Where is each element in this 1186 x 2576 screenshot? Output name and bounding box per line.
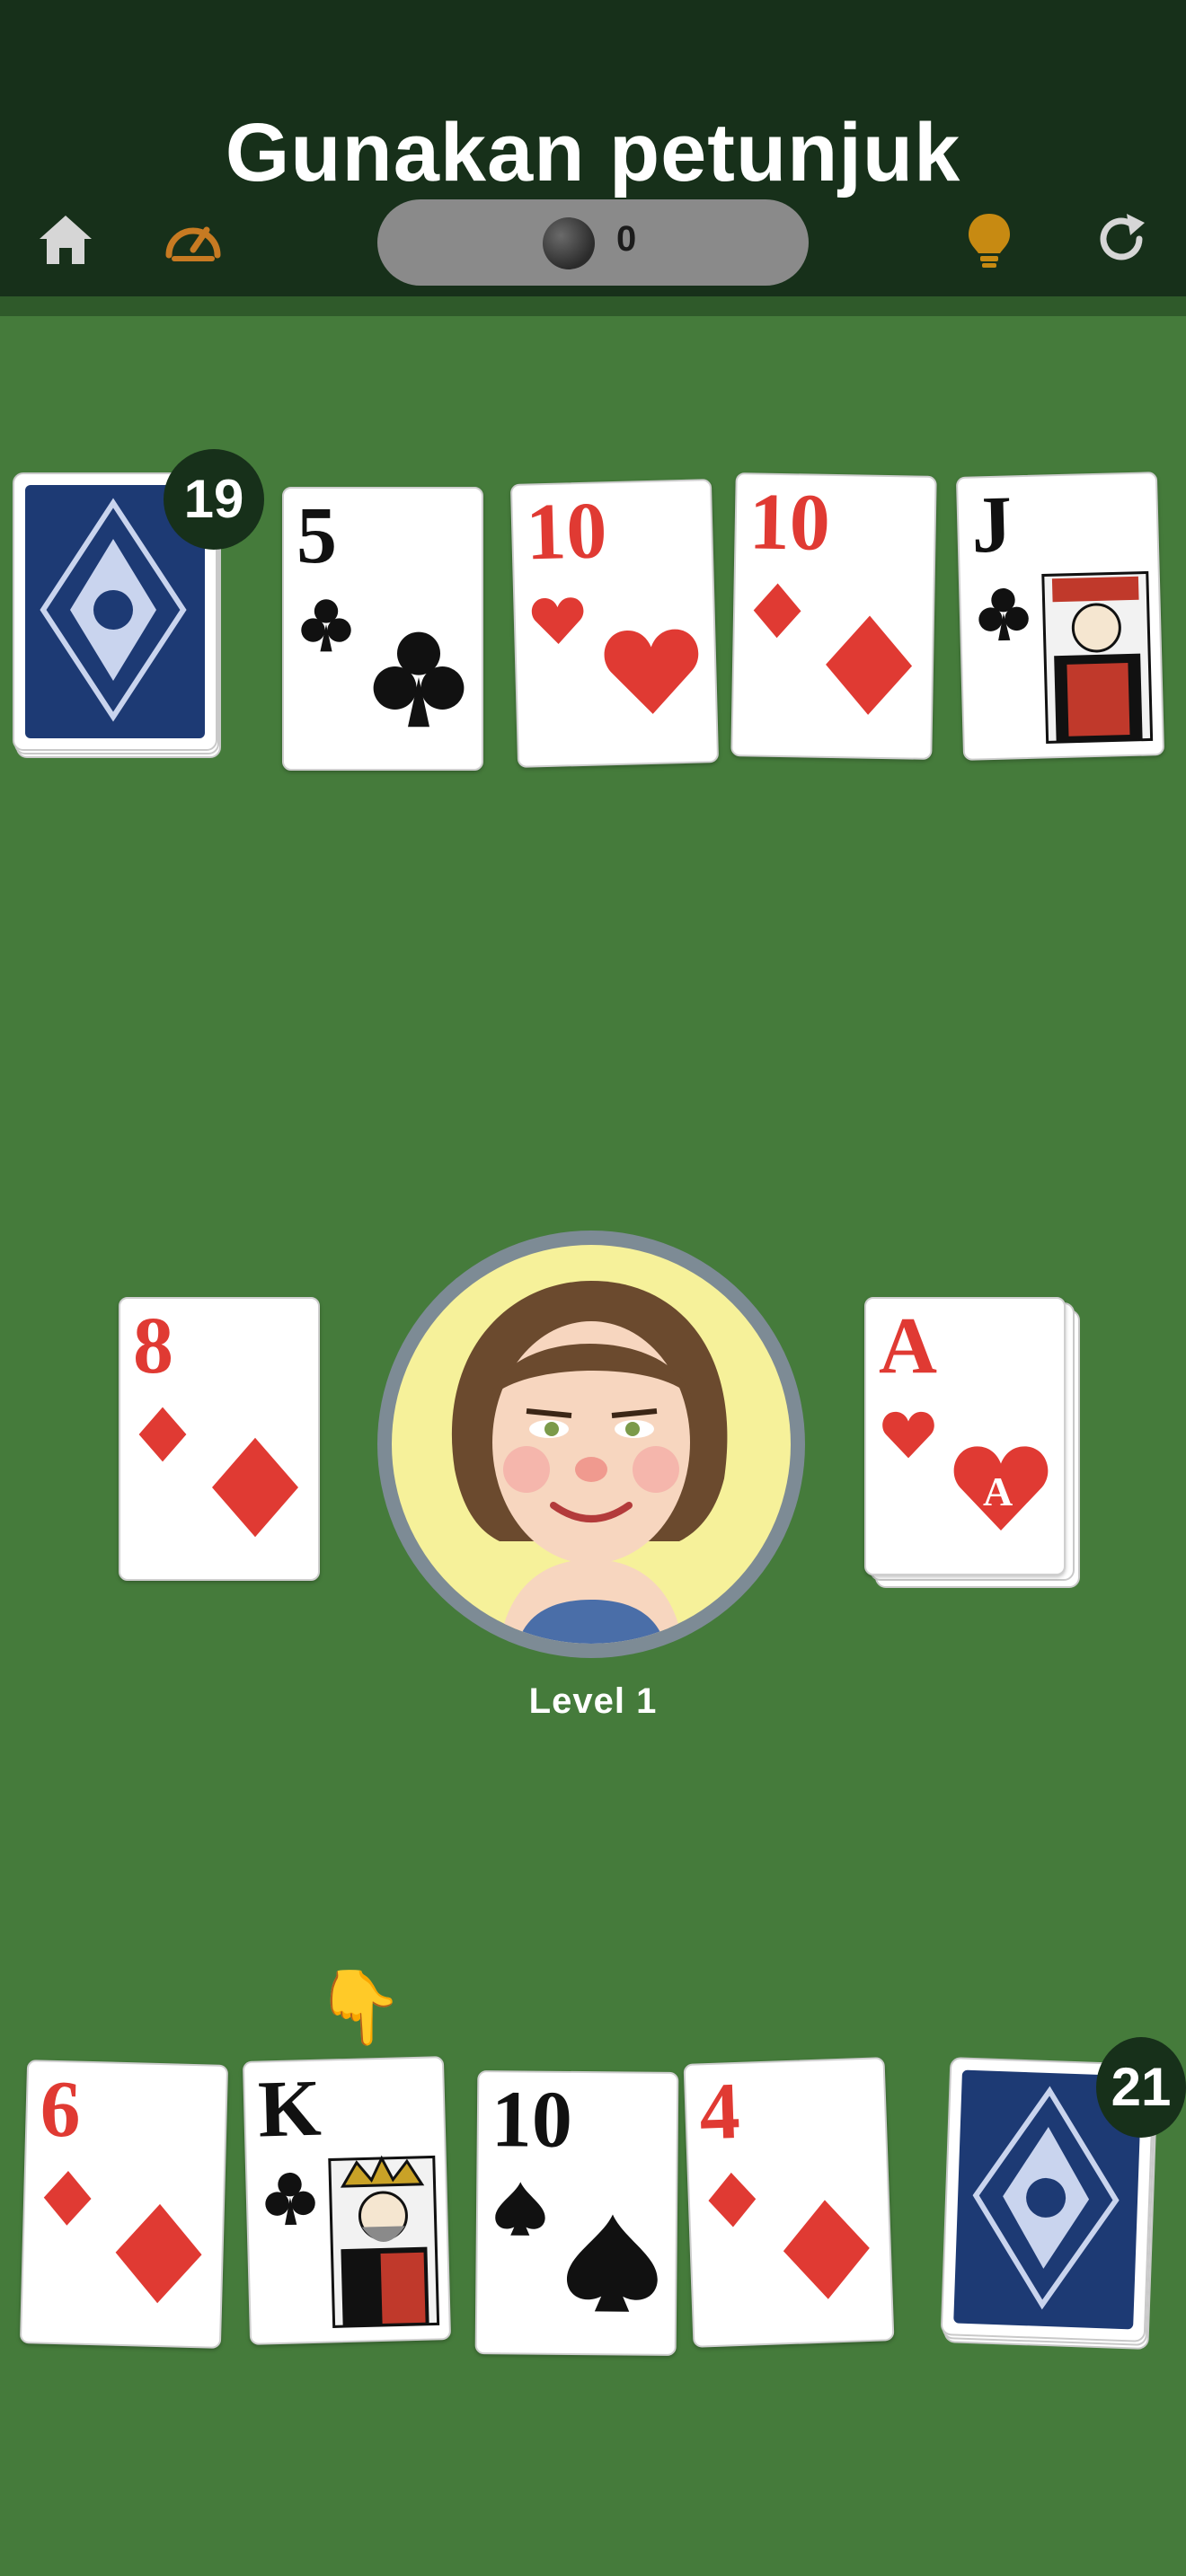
center-left-card[interactable]: 8 (119, 1297, 320, 1581)
heart-icon (882, 1411, 934, 1459)
opponent-card: 5 (282, 487, 483, 771)
club-icon (978, 587, 1029, 641)
pointing-hand-icon: 👇 (314, 1967, 404, 2047)
jack-face-icon (1041, 570, 1154, 744)
diamond-icon (826, 615, 913, 715)
center-right-card: A A (864, 1297, 1066, 1575)
player-card[interactable]: 10 (474, 2070, 679, 2356)
player-deck-count: 21 (1096, 2037, 1186, 2138)
diamond-icon (138, 1407, 187, 1462)
coin-icon (543, 217, 595, 269)
opponent-card: J (955, 472, 1165, 761)
heart-icon (604, 629, 699, 714)
player-card[interactable]: K (242, 2056, 452, 2345)
king-face-icon (328, 2155, 440, 2328)
coin-count: 0 (616, 219, 637, 259)
spade-icon (566, 2214, 658, 2312)
opponent-avatar (377, 1231, 805, 1658)
refresh-icon[interactable] (1091, 208, 1154, 271)
diamond-icon (753, 583, 801, 639)
coin-counter: 0 (377, 199, 809, 286)
top-bar-edge (0, 296, 1186, 316)
diamond-icon (43, 2171, 92, 2226)
page-title: Gunakan petunjuk (225, 107, 961, 198)
character-portrait (451, 1281, 728, 1644)
opponent-card: 10 (509, 479, 720, 768)
club-icon (265, 2172, 315, 2226)
player-card[interactable]: 6 (19, 2060, 229, 2349)
diamond-icon (708, 2172, 757, 2228)
player-card[interactable]: 4 (683, 2057, 895, 2348)
diamond-icon (115, 2203, 202, 2304)
level-label: Level 1 (528, 1681, 658, 1721)
ace-center-letter: A (983, 1469, 1013, 1514)
opponent-deck-count: 19 (164, 449, 264, 550)
speedometer-icon[interactable] (162, 208, 225, 271)
center-right-pile[interactable]: A A (864, 1297, 1080, 1588)
spade-icon (495, 2182, 545, 2236)
club-icon (373, 631, 465, 728)
opponent-card: 10 (730, 472, 937, 760)
home-icon[interactable] (34, 208, 97, 271)
diamond-icon (783, 2200, 870, 2299)
club-icon (301, 599, 351, 652)
heart-icon (531, 597, 584, 645)
lightbulb-icon[interactable] (958, 208, 1021, 271)
diamond-icon (212, 1437, 298, 1538)
